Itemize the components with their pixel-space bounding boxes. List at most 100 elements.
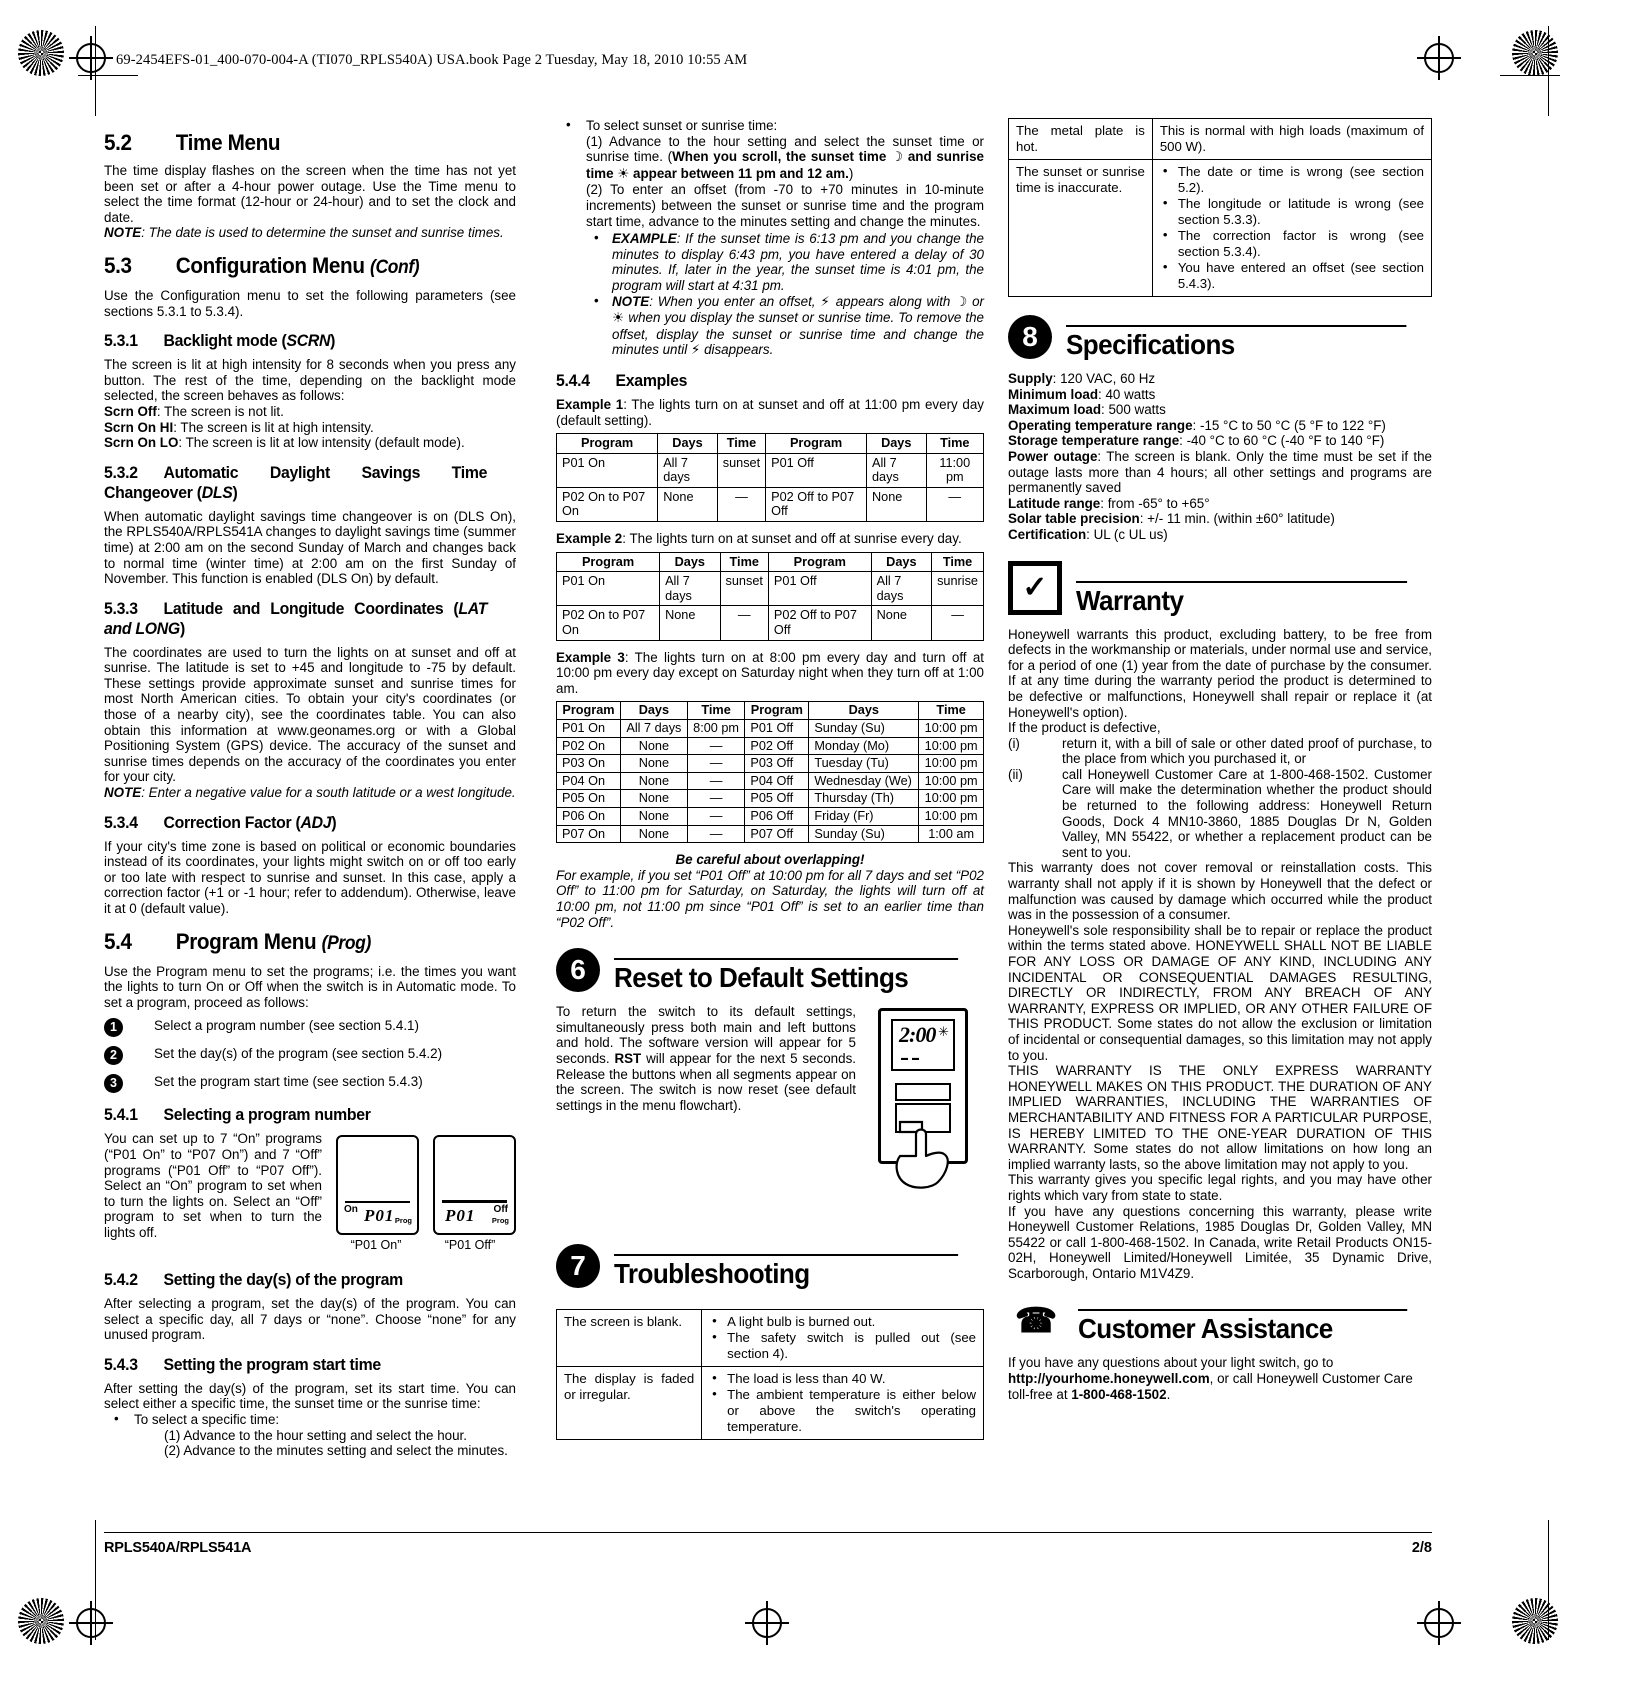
cell: 10:00 pm: [918, 736, 984, 756]
honeywell-url[interactable]: http://yourhome.honeywell.com: [1008, 1371, 1210, 1386]
spec-item: Power outage: The screen is blank. Only …: [1008, 449, 1432, 496]
telephone-icon: ☎: [1014, 1301, 1058, 1340]
cell: P02 On: [556, 736, 621, 756]
heading-5-4-number: 5.4: [104, 928, 132, 954]
cell: —: [686, 789, 746, 808]
table-row: P03 On None — P03 Off Tuesday (Tu) 10:00 pm: [556, 754, 984, 773]
column-one: 5.2 Time Menu The time display flashes on…: [104, 118, 516, 1459]
heading-5-3-2-italic: DLS: [201, 482, 233, 502]
warranty-paragraph-6: This warranty gives you specific legal r…: [1008, 1172, 1432, 1203]
cause-item: A light bulb is burned out.: [709, 1313, 976, 1330]
bullet-heading: To select a specific time:: [134, 1411, 280, 1427]
crop-mark-left-bottom: [95, 1520, 96, 1640]
paragraph-5-4: Use the Program menu to set the programs…: [104, 963, 516, 1010]
cell: —: [686, 771, 746, 791]
registration-rosette-top-left: [18, 30, 64, 76]
sun-icon: ✳: [938, 1025, 949, 1041]
cause-cell: This is normal with high loads (maximum …: [1151, 118, 1433, 160]
spec-item: Maximum load: 500 watts: [1008, 402, 1432, 418]
example-2-text: : The lights turn on at sunset and off a…: [622, 531, 962, 547]
col-header: Program: [767, 551, 872, 573]
table-row: The metal plate is hot. This is normal w…: [1008, 118, 1433, 160]
cell: —: [716, 486, 767, 523]
warranty-title: Warranty: [1076, 580, 1408, 617]
example-3-label: Example 3: [556, 649, 625, 665]
heading-5-3-1-title: Backlight mode (: [163, 331, 287, 351]
problem-cell: The screen is blank.: [555, 1309, 703, 1368]
col-header: Days: [808, 701, 920, 720]
heading-5-3: 5.3 Configuration Menu (Conf): [104, 253, 483, 281]
note-text-2: appears along with: [835, 293, 951, 309]
switch-main-button[interactable]: [895, 1083, 951, 1102]
bullet-heading: To select sunset or sunrise time:: [586, 118, 778, 133]
cause-cell: The date or time is wrong (see section 5…: [1151, 159, 1433, 297]
cell: P02 Off to P07 Off: [765, 486, 867, 523]
cause-item: The safety switch is pulled out (see sec…: [709, 1329, 976, 1362]
cell: 10:00 pm: [918, 754, 984, 773]
cell: —: [686, 806, 746, 826]
cause-item: The date or time is wrong (see section 5…: [1160, 163, 1424, 196]
note-text-1: : When you enter an offset,: [649, 293, 816, 309]
lcd-caption-on: “P01 On”: [350, 1238, 402, 1253]
customer-assistance-text: If you have any questions about your lig…: [1008, 1355, 1432, 1402]
table-header-row: Program Days Time Program Days Time: [555, 551, 984, 573]
cell: All 7 days: [866, 452, 927, 488]
overlap-title-text: Be careful about overlapping!: [675, 852, 865, 868]
cell: P06 On: [556, 806, 621, 826]
switch-display-segments: ▬▬: [901, 1054, 923, 1062]
col-header: Days: [866, 433, 927, 454]
registration-rosette-top-right: [1512, 30, 1558, 76]
bullet-item: To select sunset or sunrise time: (1) Ad…: [556, 117, 984, 359]
heading-5-4-2-title: Setting the day(s) of the program: [163, 1269, 404, 1289]
cause-item: The longitude or latitude is wrong (see …: [1160, 195, 1424, 228]
crop-mark-top-left-h: [78, 75, 138, 76]
cell: P03 On: [556, 754, 621, 773]
col-header: Program: [555, 433, 659, 454]
ca-text-c: .: [1166, 1386, 1171, 1402]
step-item: 2 Set the day(s) of the program (see sec…: [104, 1046, 516, 1066]
heading-5-3-1-italic: SCRN: [286, 331, 331, 351]
warranty-clause-i: (i) return it, with a bill of sale or ot…: [1008, 736, 1432, 767]
spec-label: Operating temperature range: [1008, 417, 1193, 433]
example-3-table: Program Days Time Program Days Time P01 …: [556, 701, 984, 844]
spec-label: Storage temperature range: [1008, 433, 1180, 449]
registration-target-top-right: [1417, 36, 1461, 80]
cell: None: [619, 789, 688, 808]
cell: P04 Off: [744, 771, 810, 791]
problem-cell: The metal plate is hot.: [1008, 118, 1153, 160]
spec-value: : -40 °C to 60 °C (-40 °F to 140 °F): [1179, 433, 1385, 449]
heading-5-2-title: Time Menu: [175, 130, 281, 155]
cell: P01 Off: [767, 571, 872, 607]
clause-number: (ii): [1008, 766, 1023, 782]
scrn-hi-label: Scrn On HI: [104, 419, 174, 435]
heading-5-3-4-italic: ADJ: [300, 812, 332, 832]
table-row: P07 On None — P07 Off Sunday (Su) 1:00 am: [556, 824, 984, 844]
heading-5-4-3-title: Setting the program start time: [163, 1354, 382, 1374]
note-label: NOTE: [612, 293, 650, 309]
note-text: : The date is used to determine the suns…: [141, 225, 504, 241]
paragraph-5-3-1: The screen is lit at high intensity for …: [104, 357, 516, 404]
example-label: EXAMPLE: [612, 231, 677, 247]
example-bullet: EXAMPLE: If the sunset time is 6:13 pm a…: [586, 230, 984, 293]
column-three: The metal plate is hot. This is normal w…: [1008, 118, 1433, 1402]
switch-lcd-screen: 2:00 ✳ ▬▬: [891, 1019, 955, 1072]
cell: —: [719, 605, 769, 641]
lightning-icon: ⚡: [820, 294, 831, 310]
step-item: 3 Set the program start time (see sectio…: [104, 1074, 516, 1094]
spec-item: Minimum load: 40 watts: [1008, 387, 1432, 403]
col-header: Time: [918, 701, 984, 720]
sunset-sunrise-bullet-list: To select sunset or sunrise time: (1) Ad…: [556, 117, 984, 359]
table-row: The sunset or sunrise time is inaccurate…: [1008, 159, 1433, 297]
spec-item: Supply: 120 VAC, 60 Hz: [1008, 371, 1432, 387]
clause-number: (i): [1008, 735, 1020, 751]
paragraph-5-3: Use the Configuration menu to set the fo…: [104, 287, 516, 319]
overlap-warning-title: Be careful about overlapping!: [556, 852, 984, 868]
cell: None: [866, 486, 927, 523]
spec-value: : UL (c UL us): [1086, 526, 1168, 542]
cell: Sunday (Su): [808, 824, 920, 844]
cause-cell: A light bulb is burned out. The safety s…: [701, 1309, 984, 1368]
sun-icon: ☀: [612, 311, 625, 327]
paragraph-5-3-4: If your city's time zone is based on pol…: [104, 838, 516, 916]
registration-target-bottom-left: [69, 1601, 113, 1645]
table-row: The screen is blank. A light bulb is bur…: [555, 1309, 984, 1368]
